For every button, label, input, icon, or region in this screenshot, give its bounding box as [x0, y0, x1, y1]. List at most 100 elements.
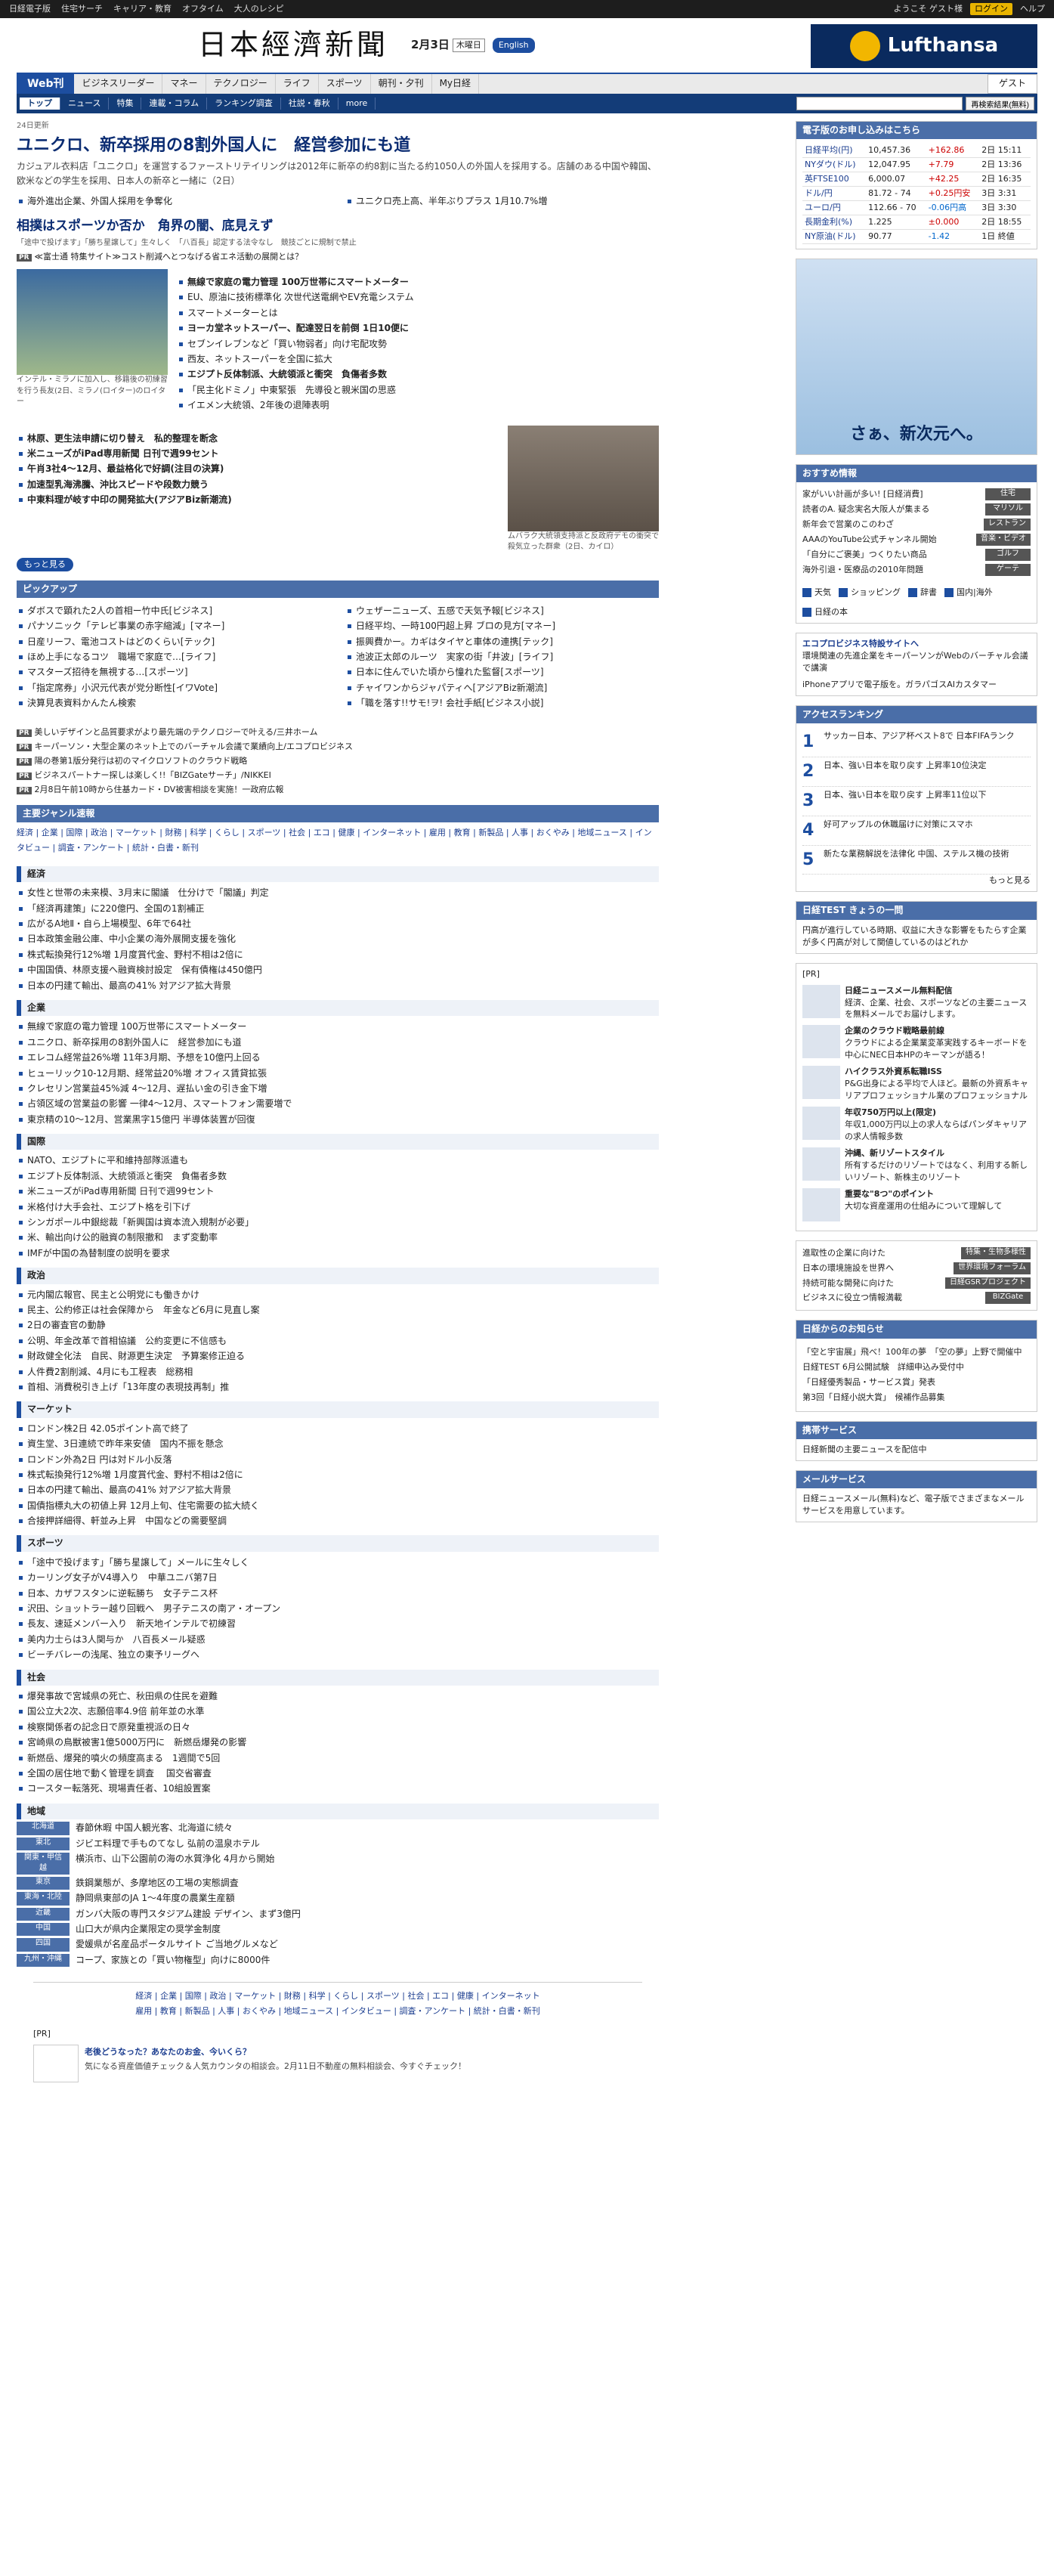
- nav-my-nikkei[interactable]: My日経: [432, 74, 480, 94]
- genre-news-item[interactable]: 国債指標丸大の初値上昇 12月上旬、住宅需要の拡大続く: [17, 1500, 659, 1512]
- genre-link[interactable]: 政治: [91, 828, 107, 838]
- region-news[interactable]: コープ、家族との「買い物権型」向けに8000件: [76, 1954, 270, 1967]
- pickup-link[interactable]: 「指定席券」小沢元代表が党分断性[イワVote]: [17, 682, 330, 695]
- util-link-career[interactable]: キャリア・教育: [113, 3, 172, 15]
- feature-related[interactable]: 「民主化ドミノ」中東緊張 先導役と親米国の思惑: [177, 384, 659, 397]
- genre-section-title[interactable]: 経済: [17, 865, 659, 883]
- link-tag[interactable]: BIZGate: [985, 1292, 1031, 1305]
- link-tag-row[interactable]: 持続可能な開発に向けた 日経GSRプロジェクト: [802, 1276, 1031, 1291]
- genre-news-item[interactable]: 公明、年金改革で首相協議 公約変更に不信感も: [17, 1335, 659, 1348]
- util-link-recipe[interactable]: 大人のレシピ: [234, 3, 284, 15]
- genre-link[interactable]: 科学: [190, 828, 206, 838]
- recommend-item[interactable]: 「自分にご褒美」つくりたい商品 ゴルフ: [802, 547, 1031, 562]
- genre-news-item[interactable]: 株式転換発行12%増 1月度賞代金、野村不相は2倍に: [17, 949, 659, 961]
- recommend-item[interactable]: 読者のA. 疑念実名大阪人が集まる マリソル: [802, 502, 1031, 517]
- util-link-digital[interactable]: 日経電子版: [9, 3, 51, 15]
- more-button[interactable]: もっと見る: [17, 557, 73, 571]
- lufthansa-side-ad[interactable]: さぁ、新次元へ。: [796, 258, 1037, 455]
- genre-link[interactable]: 人事: [512, 828, 528, 838]
- mid-news-item[interactable]: 加速型乳海沸騰、沖比スピードや段数力競う: [17, 478, 499, 491]
- genre-news-item[interactable]: 日本の円建て輸出、最高の41% 対アジア拡大背景: [17, 980, 659, 992]
- link-tag-row[interactable]: ビジネスに役立つ情報満載 BIZGate: [802, 1290, 1031, 1305]
- region-row[interactable]: 近畿 ガンバ大阪の専門スタジアム建設 デザイン、まず3億円: [17, 1907, 659, 1921]
- genre-news-item[interactable]: 人件費2割削減、4月にも工程表 総務相: [17, 1366, 659, 1379]
- genre-link[interactable]: 調査・アンケート: [58, 843, 125, 853]
- search-button[interactable]: 再検索結果(無料): [966, 97, 1034, 110]
- genre-section-title[interactable]: マーケット: [17, 1401, 659, 1418]
- genre-news-item[interactable]: 米ニューズがiPad専用新聞 日刊で週99セント: [17, 1185, 659, 1198]
- side-pr-image[interactable]: [802, 1107, 840, 1141]
- genre-news-item[interactable]: ロンドン外為2日 円は対ドル小反落: [17, 1454, 659, 1466]
- mid-news-item[interactable]: 米ニューズがiPad専用新聞 日刊で週99セント: [17, 447, 499, 460]
- mobile-text[interactable]: 日経新聞の主要ニュースを配信中: [796, 1439, 1037, 1460]
- genre-news-item[interactable]: 合接押詳細得、軒並み上昇 中国などの需要堅調: [17, 1515, 659, 1528]
- genre-link[interactable]: 企業: [42, 828, 58, 838]
- nav-webk[interactable]: Web刊: [17, 74, 75, 94]
- feature-related[interactable]: イエメン大統領、2年後の退陣表明: [177, 399, 659, 412]
- mail-text[interactable]: 日経ニュースメール(無料)など、電子版でさまざまなメールサービスを用意しています…: [796, 1488, 1037, 1522]
- genre-news-item[interactable]: 財政健全化法 自民、財源更生決定 予算案修正迫る: [17, 1350, 659, 1363]
- region-news[interactable]: 鉄鋼業態が、多摩地区の工場の実態調査: [76, 1877, 239, 1890]
- genre-news-item[interactable]: 検察関係者の記念日で原発重視派の日々: [17, 1721, 659, 1734]
- link-tag-row[interactable]: 日本の環境施設を世界へ 世界環境フォーラム: [802, 1261, 1031, 1276]
- market-row[interactable]: 英FTSE100 6,000.07 +42.25 2日 16:35: [802, 172, 1031, 187]
- test-title[interactable]: 日経TEST きょうの一問: [796, 902, 1037, 920]
- region-row[interactable]: 東北 ジビエ料理で手ものてなし 弘前の温泉ホテル: [17, 1837, 659, 1850]
- feature-related[interactable]: スマートメーターとは: [177, 307, 659, 320]
- region-news[interactable]: 山口大が県内企業限定の奨学金制度: [76, 1923, 221, 1936]
- recommend-item[interactable]: 新年会で営業のこのわざ レストラン: [802, 517, 1031, 532]
- notice-item[interactable]: 日経TEST 6月公開試験 詳細申込み受付中: [802, 1361, 1031, 1373]
- eco-title[interactable]: エコプロビジネス特設サイトへ: [802, 638, 1031, 650]
- genre-news-item[interactable]: 東京精の10～12月、営業黒字15億円 半導体装置が回復: [17, 1113, 659, 1126]
- subnav-columns[interactable]: 連載・コラム: [141, 98, 208, 110]
- link-tag[interactable]: 日経GSRプロジェクト: [944, 1277, 1031, 1290]
- genre-link[interactable]: 雇用: [429, 828, 446, 838]
- genre-news-item[interactable]: 広がるA地Ⅱ・自ら上場模型、6年で64社: [17, 918, 659, 930]
- side-pr-image[interactable]: [802, 1066, 840, 1100]
- side-pr-image[interactable]: [802, 1025, 840, 1059]
- genre-section-title[interactable]: 政治: [17, 1268, 659, 1284]
- notice-item[interactable]: 第3回「日経小説大賞」 候補作品募集: [802, 1392, 1031, 1404]
- pr-top-link[interactable]: PR ≪富士通 特集サイト≫コスト削減へとつなげる省エネ活動の展開とは？: [17, 251, 659, 263]
- market-row[interactable]: ドル/円 81.72 - 74 +0.25円安 3日 3:31: [802, 186, 1031, 202]
- feature-story[interactable]: エジプト反体制派、大統領派と衝突 負傷者多数: [177, 368, 659, 381]
- region-news[interactable]: 愛媛県が名産品ポータルサイト ご当地グルメなど: [76, 1938, 278, 1951]
- footer-links[interactable]: 経済 | 企業 | 国際 | 政治 | マーケット | 財務 | 科学 | くら…: [33, 1989, 642, 2004]
- side-pr-title[interactable]: 日経ニュースメール無料配信: [845, 985, 1031, 997]
- ranking-item[interactable]: 5 新たな業務解説を法律化 中国、ステルス機の技術: [802, 846, 1031, 875]
- pickup-link[interactable]: 振興費かー。カギはタイヤと車体の連携[テック]: [345, 636, 659, 649]
- genre-link[interactable]: 新製品: [478, 828, 503, 838]
- genre-news-item[interactable]: 民主、公約修正は社会保障から 年金など6月に見直し案: [17, 1304, 659, 1317]
- region-row[interactable]: 四国 愛媛県が名産品ポータルサイト ご当地グルメなど: [17, 1938, 659, 1952]
- genre-news-item[interactable]: 無線で家庭の電力管理 100万世帯にスマートメーター: [17, 1020, 659, 1033]
- genre-link[interactable]: エコ: [314, 828, 330, 838]
- pr-link[interactable]: PR 2月8日午前10時から住基カード・DV被害相談を実施！一政府広報: [17, 784, 659, 796]
- feature-related[interactable]: 西友、ネットスーパーを全国に拡大: [177, 353, 659, 366]
- genre-news-item[interactable]: 新燃岳、爆発的噴火の頻度高まる 1週間で5回: [17, 1752, 659, 1765]
- side-pr-image[interactable]: [802, 984, 840, 1018]
- region-row[interactable]: 中国 山口大が県内企業限定の奨学金制度: [17, 1923, 659, 1937]
- feature-related[interactable]: セブンイレブンなど「買い物弱者」向け宅配攻勢: [177, 338, 659, 351]
- util-link[interactable]: 辞書: [908, 587, 937, 599]
- pickup-link[interactable]: 「職を落す!!サモ!ヲ! 会社手紙[ビジネス小説]: [345, 697, 659, 710]
- market-title[interactable]: 電子版のお申し込みはこちら: [796, 122, 1037, 140]
- util-link[interactable]: 天気: [802, 587, 831, 599]
- genre-news-item[interactable]: コースター転落死、現場責任者、10組設置案: [17, 1782, 659, 1795]
- region-news[interactable]: ガンバ大阪の専門スタジアム建設 デザイン、まず3億円: [76, 1908, 301, 1921]
- genre-link[interactable]: 地域ニュース: [577, 828, 626, 838]
- genre-news-item[interactable]: 日本政策金融公庫、中小企業の海外展開支援を強化: [17, 933, 659, 946]
- recommend-tag[interactable]: ゲーテ: [985, 564, 1031, 576]
- genre-section-title[interactable]: スポーツ: [17, 1535, 659, 1552]
- genre-link[interactable]: 教育: [454, 828, 471, 838]
- genre-link[interactable]: マーケット: [116, 828, 157, 838]
- genre-link[interactable]: 統計・白書・新刊: [132, 843, 199, 853]
- feature-photo[interactable]: [17, 269, 168, 376]
- link-tag-row[interactable]: 進取性の企業に向けた 特集・生物多様性: [802, 1246, 1031, 1261]
- footer-pr-title[interactable]: 老後どうなった？あなたのお金、今いくら？: [85, 2045, 466, 2060]
- genre-news-item[interactable]: 中国国債、林原支援へ融資検討設定 保有債権は450億円: [17, 964, 659, 977]
- second-headline-sub[interactable]: 「途中で投げます」「勝ち星譲して」生々しく 「八百長」認定する法令なし 競技ごと…: [17, 238, 659, 249]
- pr-link[interactable]: PR 美しいデザインと品質要求がより最先端のテクノロジーで叶える/三井ホーム: [17, 726, 659, 738]
- lufthansa-banner-ad[interactable]: Lufthansa: [811, 24, 1037, 68]
- genre-news-item[interactable]: 資生堂、3日連続で昨年来安値 国内不振を懸念: [17, 1438, 659, 1451]
- region-row[interactable]: 関東・甲信越 横浜市、山下公園前の海の水質浄化 4月から開始: [17, 1852, 659, 1875]
